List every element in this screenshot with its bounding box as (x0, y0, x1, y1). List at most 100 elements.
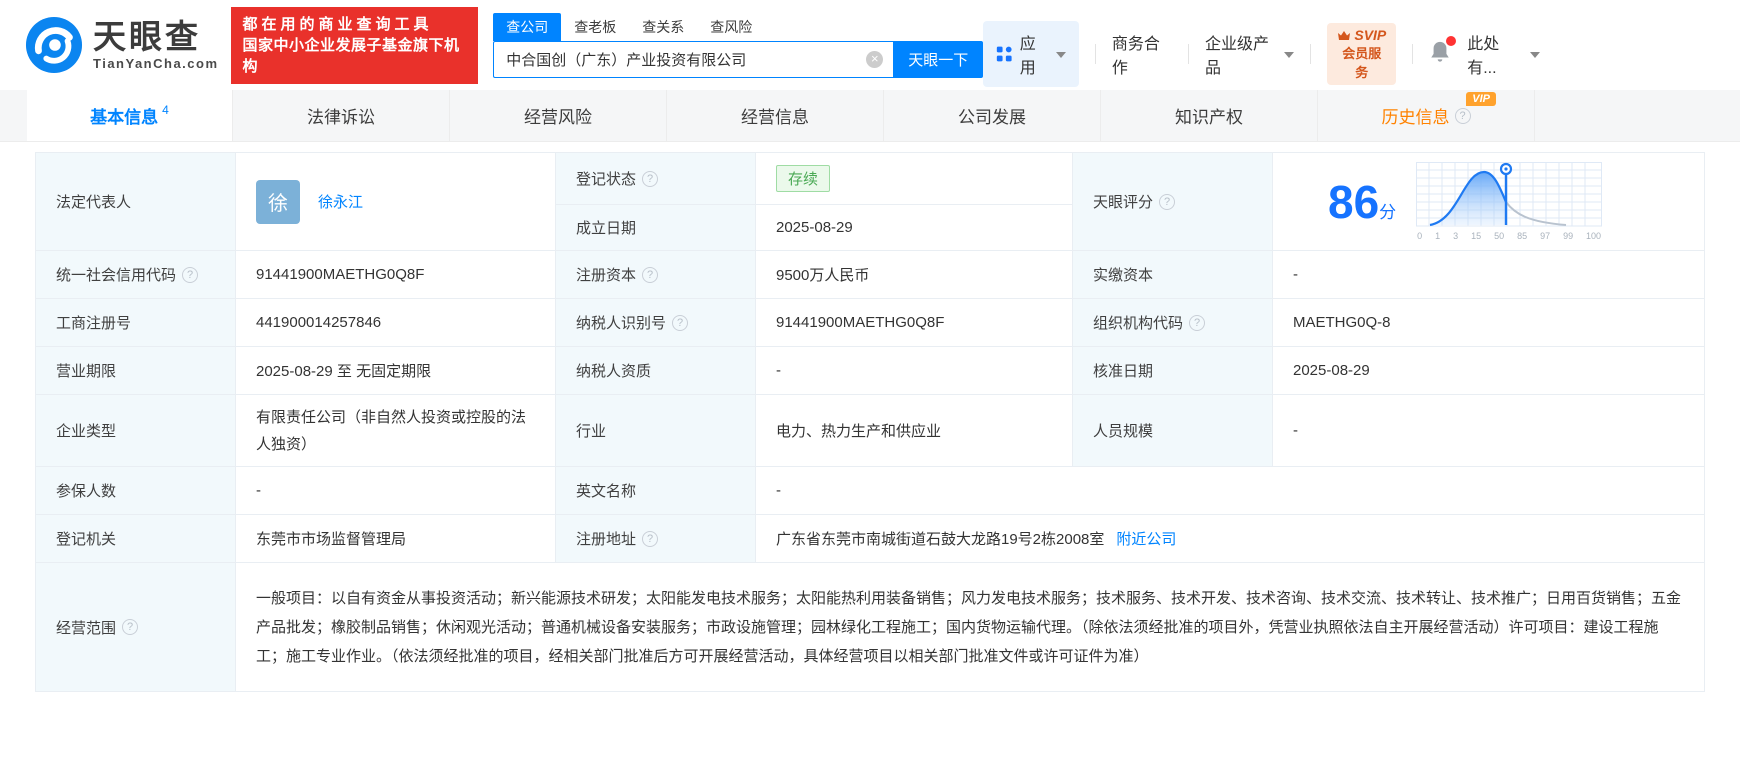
field-label-insured-count: 参保人数 (36, 467, 236, 515)
notification-dot (1446, 36, 1456, 46)
field-label-taxpayer-id: 纳税人识别号 (556, 299, 756, 347)
field-value-company-type: 有限责任公司（非自然人投资或控股的法人独资） (236, 395, 556, 467)
help-icon[interactable] (642, 267, 658, 283)
field-label-tyc-score: 天眼评分 (1073, 153, 1273, 251)
enterprise-products-link[interactable]: 企业级产品 (1205, 30, 1294, 78)
score-unit: 分 (1379, 203, 1396, 222)
axis-tick: 85 (1517, 231, 1527, 241)
field-label-business-term: 营业期限 (36, 347, 236, 395)
nearby-companies-link[interactable]: 附近公司 (1116, 528, 1176, 549)
axis-tick: 50 (1494, 231, 1504, 241)
field-value-english-name: - (756, 467, 1705, 515)
tab-label: 经营风险 (524, 103, 592, 128)
field-value-tyc-score[interactable]: 86分 (1273, 153, 1705, 251)
score-value: 86 (1328, 176, 1379, 228)
tab-company-development[interactable]: 公司发展 (884, 90, 1101, 141)
field-label-paid-capital: 实缴资本 (1073, 251, 1273, 299)
search-tab-relation[interactable]: 查关系 (629, 13, 697, 41)
score-curve (1416, 162, 1602, 228)
tab-label: 基本信息 (90, 103, 158, 128)
tab-operating-info[interactable]: 经营信息 (667, 90, 884, 141)
field-value-credit-code: 91441900MAETHG0Q8F (236, 251, 556, 299)
top-header: 天眼查 TianYanCha.com 都在用的商业查询工具 国家中小企业发展子基… (0, 0, 1740, 90)
tianyancha-logo-icon (25, 16, 83, 74)
apps-label: 应用 (1020, 30, 1049, 78)
help-icon[interactable] (1455, 108, 1471, 124)
search-button[interactable]: 天眼一下 (893, 41, 983, 78)
chevron-down-icon (1056, 52, 1066, 58)
chevron-down-icon (1284, 52, 1294, 58)
help-icon[interactable] (642, 171, 658, 187)
clear-icon[interactable] (866, 51, 883, 68)
help-icon[interactable] (642, 531, 658, 547)
divider (1188, 44, 1189, 64)
field-label-legal-rep: 法定代表人 (36, 153, 236, 251)
score-distribution-chart: 0131550859799100 (1416, 162, 1602, 241)
search-tabs: 查公司 查老板 查关系 查风险 (493, 13, 983, 41)
tab-history-info[interactable]: 历史信息 VIP (1318, 90, 1535, 141)
apps-menu[interactable]: 应用 (983, 21, 1079, 87)
business-cooperation-link[interactable]: 商务合作 (1112, 30, 1172, 78)
user-account-menu[interactable]: 此处有... (1467, 30, 1540, 78)
legal-rep-avatar[interactable]: 徐 (256, 180, 300, 224)
help-icon[interactable] (1159, 194, 1175, 210)
svip-label: SVIP (1354, 27, 1386, 43)
tab-legal-litigation[interactable]: 法律诉讼 (233, 90, 450, 141)
section-tabbar: 基本信息 4 法律诉讼 经营风险 经营信息 公司发展 知识产权 历史信息 VIP (0, 90, 1740, 142)
field-label-credit-code: 统一社会信用代码 (36, 251, 236, 299)
field-label-company-type: 企业类型 (36, 395, 236, 467)
field-value-reg-capital: 9500万人民币 (756, 251, 1073, 299)
tab-operating-risk[interactable]: 经营风险 (450, 90, 667, 141)
search-input[interactable] (493, 41, 893, 78)
field-label-reg-number: 工商注册号 (36, 299, 236, 347)
axis-tick: 99 (1563, 231, 1573, 241)
field-label-staff-size: 人员规模 (1073, 395, 1273, 467)
tab-count-badge: 4 (162, 103, 169, 117)
help-icon[interactable] (122, 619, 138, 635)
field-value-staff-size: - (1273, 395, 1705, 467)
search-tab-company[interactable]: 查公司 (493, 13, 561, 41)
brand-logo[interactable]: 天眼查 TianYanCha.com (25, 16, 219, 74)
field-label-reg-address: 注册地址 (556, 515, 756, 563)
svip-member-button[interactable]: SVIP 会员服务 (1327, 23, 1396, 85)
field-value-paid-capital: - (1273, 251, 1705, 299)
field-value-approval-date: 2025-08-29 (1273, 347, 1705, 395)
notification-bell-button[interactable] (1429, 40, 1451, 69)
tab-label: 历史信息 (1382, 103, 1450, 128)
username-label: 此处有... (1467, 30, 1524, 78)
axis-tick: 100 (1586, 231, 1601, 241)
tab-label: 法律诉讼 (307, 103, 375, 128)
field-value-reg-number: 441900014257846 (236, 299, 556, 347)
chevron-down-icon (1530, 52, 1540, 58)
field-label-org-code: 组织机构代码 (1073, 299, 1273, 347)
header-nav: 应用 商务合作 企业级产品 SVIP 会员服务 (983, 21, 1540, 87)
slogan-banner: 都在用的商业查询工具 国家中小企业发展子基金旗下机构 (231, 7, 479, 84)
axis-tick: 0 (1417, 231, 1422, 241)
field-value-reg-address: 广东省东莞市南城街道石鼓大龙路19号2栋2008室 附近公司 (756, 515, 1705, 563)
status-badge: 存续 (776, 165, 830, 192)
search-area: 查公司 查老板 查关系 查风险 天眼一下 (493, 13, 983, 78)
divider (1412, 44, 1413, 64)
axis-tick: 1 (1435, 231, 1440, 241)
divider (1310, 44, 1311, 64)
help-icon[interactable] (672, 315, 688, 331)
legal-rep-link[interactable]: 徐永江 (318, 191, 363, 212)
field-value-industry: 电力、热力生产和供应业 (756, 395, 1073, 467)
field-value-legal-rep: 徐 徐永江 (236, 153, 556, 251)
search-tab-risk[interactable]: 查风险 (697, 13, 765, 41)
tab-intellectual-property[interactable]: 知识产权 (1101, 90, 1318, 141)
tab-label: 知识产权 (1175, 103, 1243, 128)
field-label-reg-status: 登记状态 (556, 153, 756, 205)
brand-domain: TianYanCha.com (93, 56, 219, 71)
brand-name: 天眼查 (93, 20, 219, 54)
help-icon[interactable] (182, 267, 198, 283)
tab-basic-info[interactable]: 基本信息 4 (27, 90, 233, 141)
apps-grid-icon (996, 45, 1012, 63)
help-icon[interactable] (1189, 315, 1205, 331)
field-value-business-term: 2025-08-29 至 无固定期限 (236, 347, 556, 395)
tab-label: 经营信息 (741, 103, 809, 128)
crown-icon (1337, 30, 1351, 41)
search-tab-boss[interactable]: 查老板 (561, 13, 629, 41)
field-value-reg-authority: 东莞市市场监督管理局 (236, 515, 556, 563)
enterprise-products-label: 企业级产品 (1205, 30, 1279, 78)
